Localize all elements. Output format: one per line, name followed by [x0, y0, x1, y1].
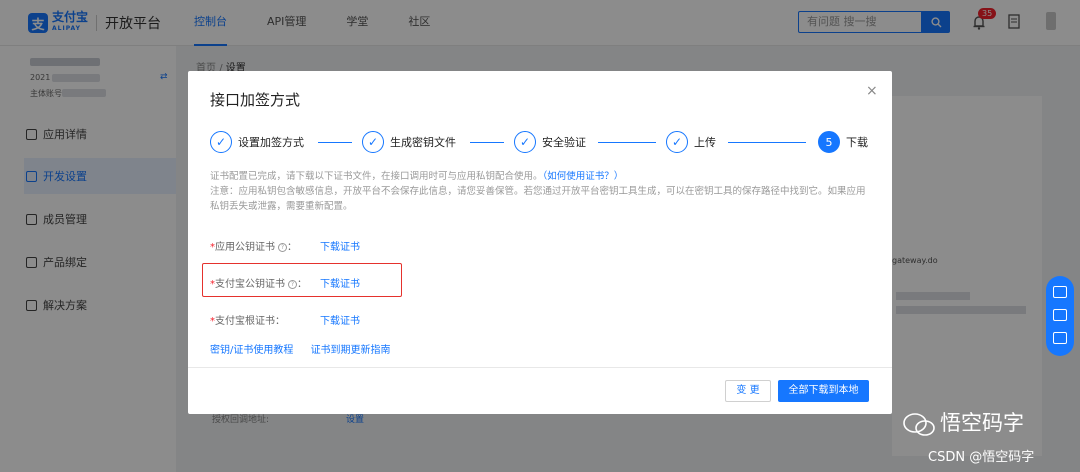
cert-notice: 证书配置已完成，请下载以下证书文件，在接口调用时可与应用私钥配合使用。（如何使用… [210, 169, 870, 214]
chat-icon[interactable] [1053, 309, 1067, 321]
help-icon[interactable]: ? [278, 243, 287, 252]
step-set-sign-method: ✓ 设置加签方式 [210, 131, 304, 153]
step-label: 设置加签方式 [238, 136, 304, 149]
step-upload: ✓ 上传 [666, 131, 716, 153]
watermark-name: 悟空码字 [940, 411, 1024, 435]
notice-warning: 注意：应用私钥包含敏感信息，开放平台不会保存此信息，请您妥善保管。若您通过开放平… [210, 186, 866, 212]
cert-label-app-public: *应用公钥证书?： [210, 238, 297, 253]
step-connector [728, 142, 806, 143]
dialog-divider [188, 367, 892, 368]
watermark-csdn: CSDN @悟空码字 [928, 450, 1035, 465]
mail-icon[interactable] [1053, 332, 1067, 344]
cert-label: 支付宝根证书 [215, 316, 275, 327]
step-generate-key: ✓ 生成密钥文件 [362, 131, 456, 153]
cert-label: 应用公钥证书 [215, 242, 275, 253]
how-to-use-cert-link[interactable]: （如何使用证书？） [543, 171, 624, 182]
cert-renewal-guide-link[interactable]: 证书到期更新指南 [311, 345, 391, 356]
steps: ✓ 设置加签方式 ✓ 生成密钥文件 ✓ 安全验证 ✓ 上传 5 下载 [210, 131, 870, 157]
step-download: 5 下载 [818, 131, 868, 153]
step-label: 安全验证 [542, 136, 586, 149]
check-icon: ✓ [514, 131, 536, 153]
check-icon: ✓ [210, 131, 232, 153]
sign-method-dialog: 接口加签方式 × ✓ 设置加签方式 ✓ 生成密钥文件 ✓ 安全验证 ✓ 上传 5… [188, 71, 892, 414]
download-all-button[interactable]: 全部下载到本地 [778, 380, 869, 402]
wechat-logo-icon [903, 413, 935, 436]
help-icon[interactable] [1053, 286, 1067, 298]
change-button[interactable]: 变 更 [725, 380, 771, 402]
dialog-title: 接口加签方式 [210, 91, 301, 109]
step-label: 下载 [846, 136, 868, 149]
highlight-box [202, 263, 402, 297]
download-app-public-cert-link[interactable]: 下载证书 [320, 238, 360, 253]
step-label: 上传 [694, 136, 716, 149]
floating-toolbar [1046, 276, 1074, 356]
step-connector [598, 142, 656, 143]
help-links: 密钥/证书使用教程 证书到期更新指南 [210, 341, 405, 356]
cert-colon: ： [275, 316, 285, 327]
step-label: 生成密钥文件 [390, 136, 456, 149]
close-icon[interactable]: × [866, 83, 878, 99]
check-icon: ✓ [666, 131, 688, 153]
key-cert-tutorial-link[interactable]: 密钥/证书使用教程 [210, 345, 293, 356]
step-connector [318, 142, 352, 143]
step-connector [470, 142, 504, 143]
download-alipay-root-cert-link[interactable]: 下载证书 [320, 312, 360, 327]
step-number: 5 [818, 131, 840, 153]
cert-colon: ： [287, 242, 297, 253]
step-security-verify: ✓ 安全验证 [514, 131, 586, 153]
notice-text: 证书配置已完成，请下载以下证书文件，在接口调用时可与应用私钥配合使用。 [210, 171, 543, 182]
check-icon: ✓ [362, 131, 384, 153]
cert-label-alipay-root: *支付宝根证书： [210, 312, 285, 327]
